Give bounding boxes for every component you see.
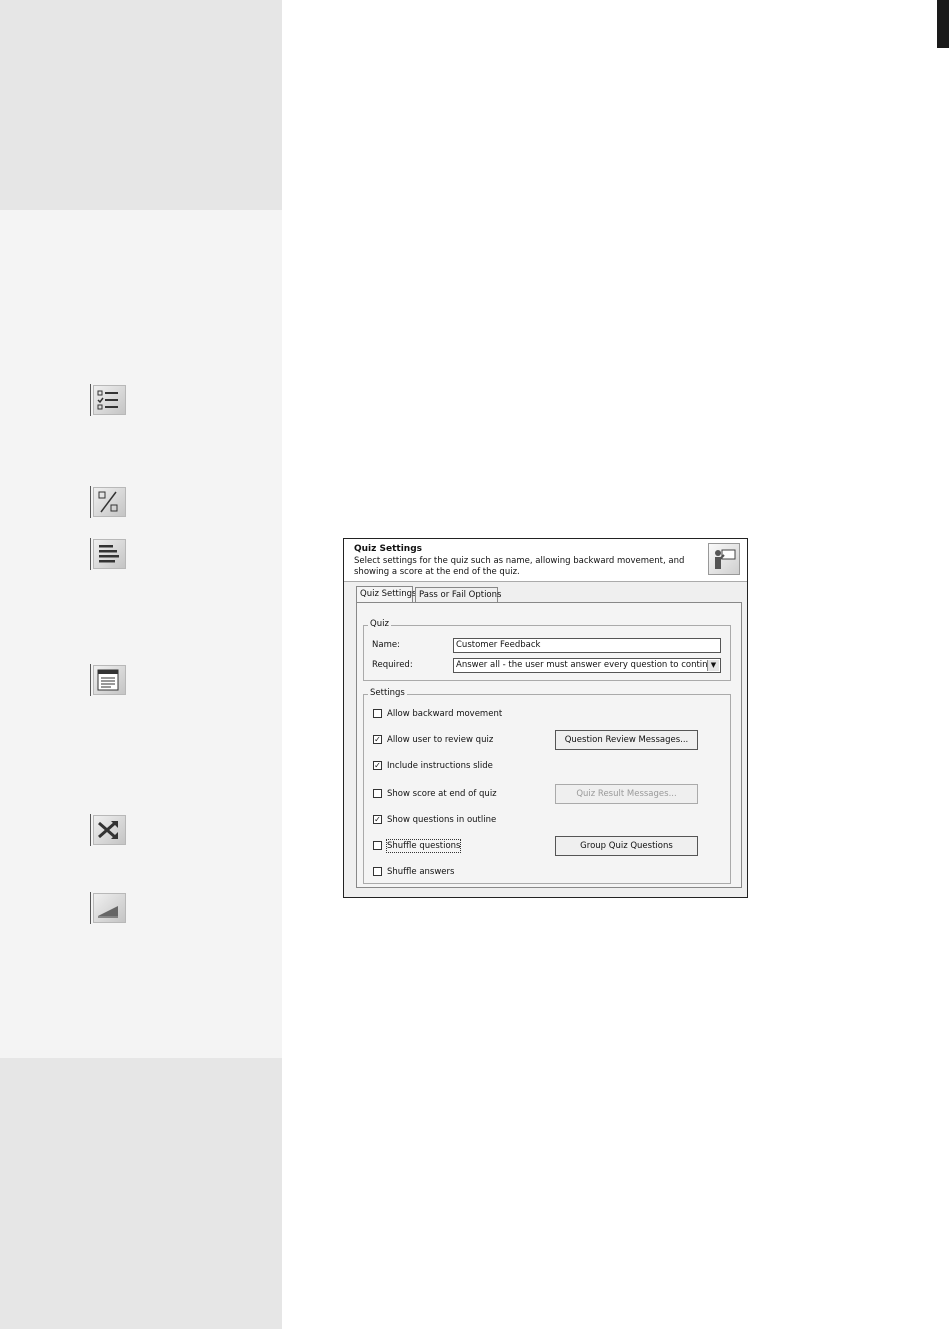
required-select-value: Answer all - the user must answer every … [456,660,719,670]
quiz-result-messages-button[interactable]: Quiz Result Messages... [555,784,698,804]
include-instructions-checkbox[interactable]: ✓ [373,761,382,770]
chevron-down-icon[interactable]: ▼ [707,660,719,671]
question-review-messages-button[interactable]: Question Review Messages... [555,730,698,750]
settings-group: Settings Allow backward movement ✓ Allow… [363,688,731,884]
name-label: Name: [372,640,400,650]
required-select[interactable]: Answer all - the user must answer every … [453,658,721,673]
include-instructions-label: Include instructions slide [387,761,493,771]
allow-backward-movement-label: Allow backward movement [387,709,503,719]
page-edge-marker [937,0,949,48]
progress-icon [90,892,128,924]
show-score-checkbox[interactable] [373,789,382,798]
shuffle-questions-checkbox[interactable] [373,841,382,850]
quiz-name-input[interactable]: Customer Feedback [453,638,721,653]
show-questions-outline-label: Show questions in outline [387,815,497,825]
percent-icon [90,486,128,518]
sidebar-icon-column [0,210,282,1058]
quiz-group: Quiz Name: Customer Feedback Required: A… [363,619,731,681]
required-label: Required: [372,660,413,670]
shuffle-questions-label: Shuffle questions [385,839,462,853]
allow-backward-movement-checkbox[interactable] [373,709,382,718]
tab-panel: Quiz Name: Customer Feedback Required: A… [356,602,742,888]
align-left-icon [90,538,128,570]
dialog-title: Quiz Settings [354,544,422,554]
dialog-header: Quiz Settings Select settings for the qu… [344,539,747,582]
quiz-group-label: Quiz [368,619,391,629]
allow-review-quiz-label: Allow user to review quiz [387,735,494,745]
show-questions-outline-checkbox[interactable]: ✓ [373,815,382,824]
show-score-label: Show score at end of quiz [387,789,497,799]
presenter-icon [708,543,740,575]
shuffle-icon [90,814,128,846]
tab-pass-or-fail-options[interactable]: Pass or Fail Options [415,587,501,602]
tab-quiz-settings[interactable]: Quiz Settings [356,586,416,603]
settings-group-label: Settings [368,688,407,698]
allow-review-quiz-checkbox[interactable]: ✓ [373,735,382,744]
checklist-icon [90,384,128,416]
text-box-icon [90,664,128,696]
shuffle-answers-checkbox[interactable] [373,867,382,876]
dialog-description: Select settings for the quiz such as nam… [354,556,685,577]
quiz-settings-dialog: Quiz Settings Select settings for the qu… [343,538,748,898]
shuffle-answers-label: Shuffle answers [387,867,455,877]
group-quiz-questions-button[interactable]: Group Quiz Questions [555,836,698,856]
sidebar-bottom-band [0,1058,282,1329]
sidebar-top-band [0,0,282,210]
